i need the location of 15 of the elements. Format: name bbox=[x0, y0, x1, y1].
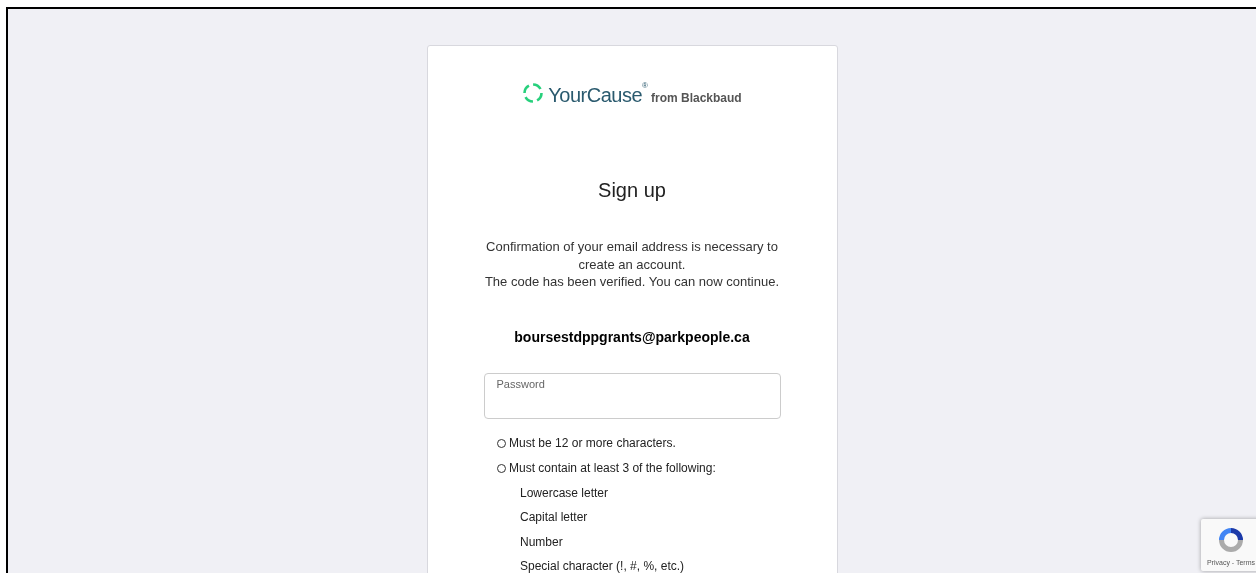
requirement-option: Special character (!, #, %, etc.) bbox=[497, 554, 685, 573]
email-address: boursestdppgrants@parkpeople.ca bbox=[514, 327, 750, 347]
logo-suffix: from Blackbaud bbox=[650, 92, 742, 104]
registered-mark: ® bbox=[642, 80, 648, 90]
requirement-option: Lowercase letter bbox=[497, 480, 609, 505]
requirement-text: Must contain at least 3 of the following: bbox=[509, 460, 716, 477]
logo-wordmark: YourCause bbox=[548, 85, 643, 105]
requirement-text: Must be 12 or more characters. bbox=[509, 435, 676, 452]
requirement-option: Capital letter bbox=[497, 505, 588, 530]
password-field[interactable]: Password bbox=[483, 372, 781, 419]
info-text: The code has been verified. You can now continue. bbox=[483, 273, 781, 291]
ring-logo-icon bbox=[522, 82, 545, 104]
requirement-option: Number bbox=[497, 529, 563, 554]
info-text: Confirmation of your email address is necessary to create an account. bbox=[485, 238, 779, 273]
page-title: Sign up bbox=[598, 178, 666, 203]
